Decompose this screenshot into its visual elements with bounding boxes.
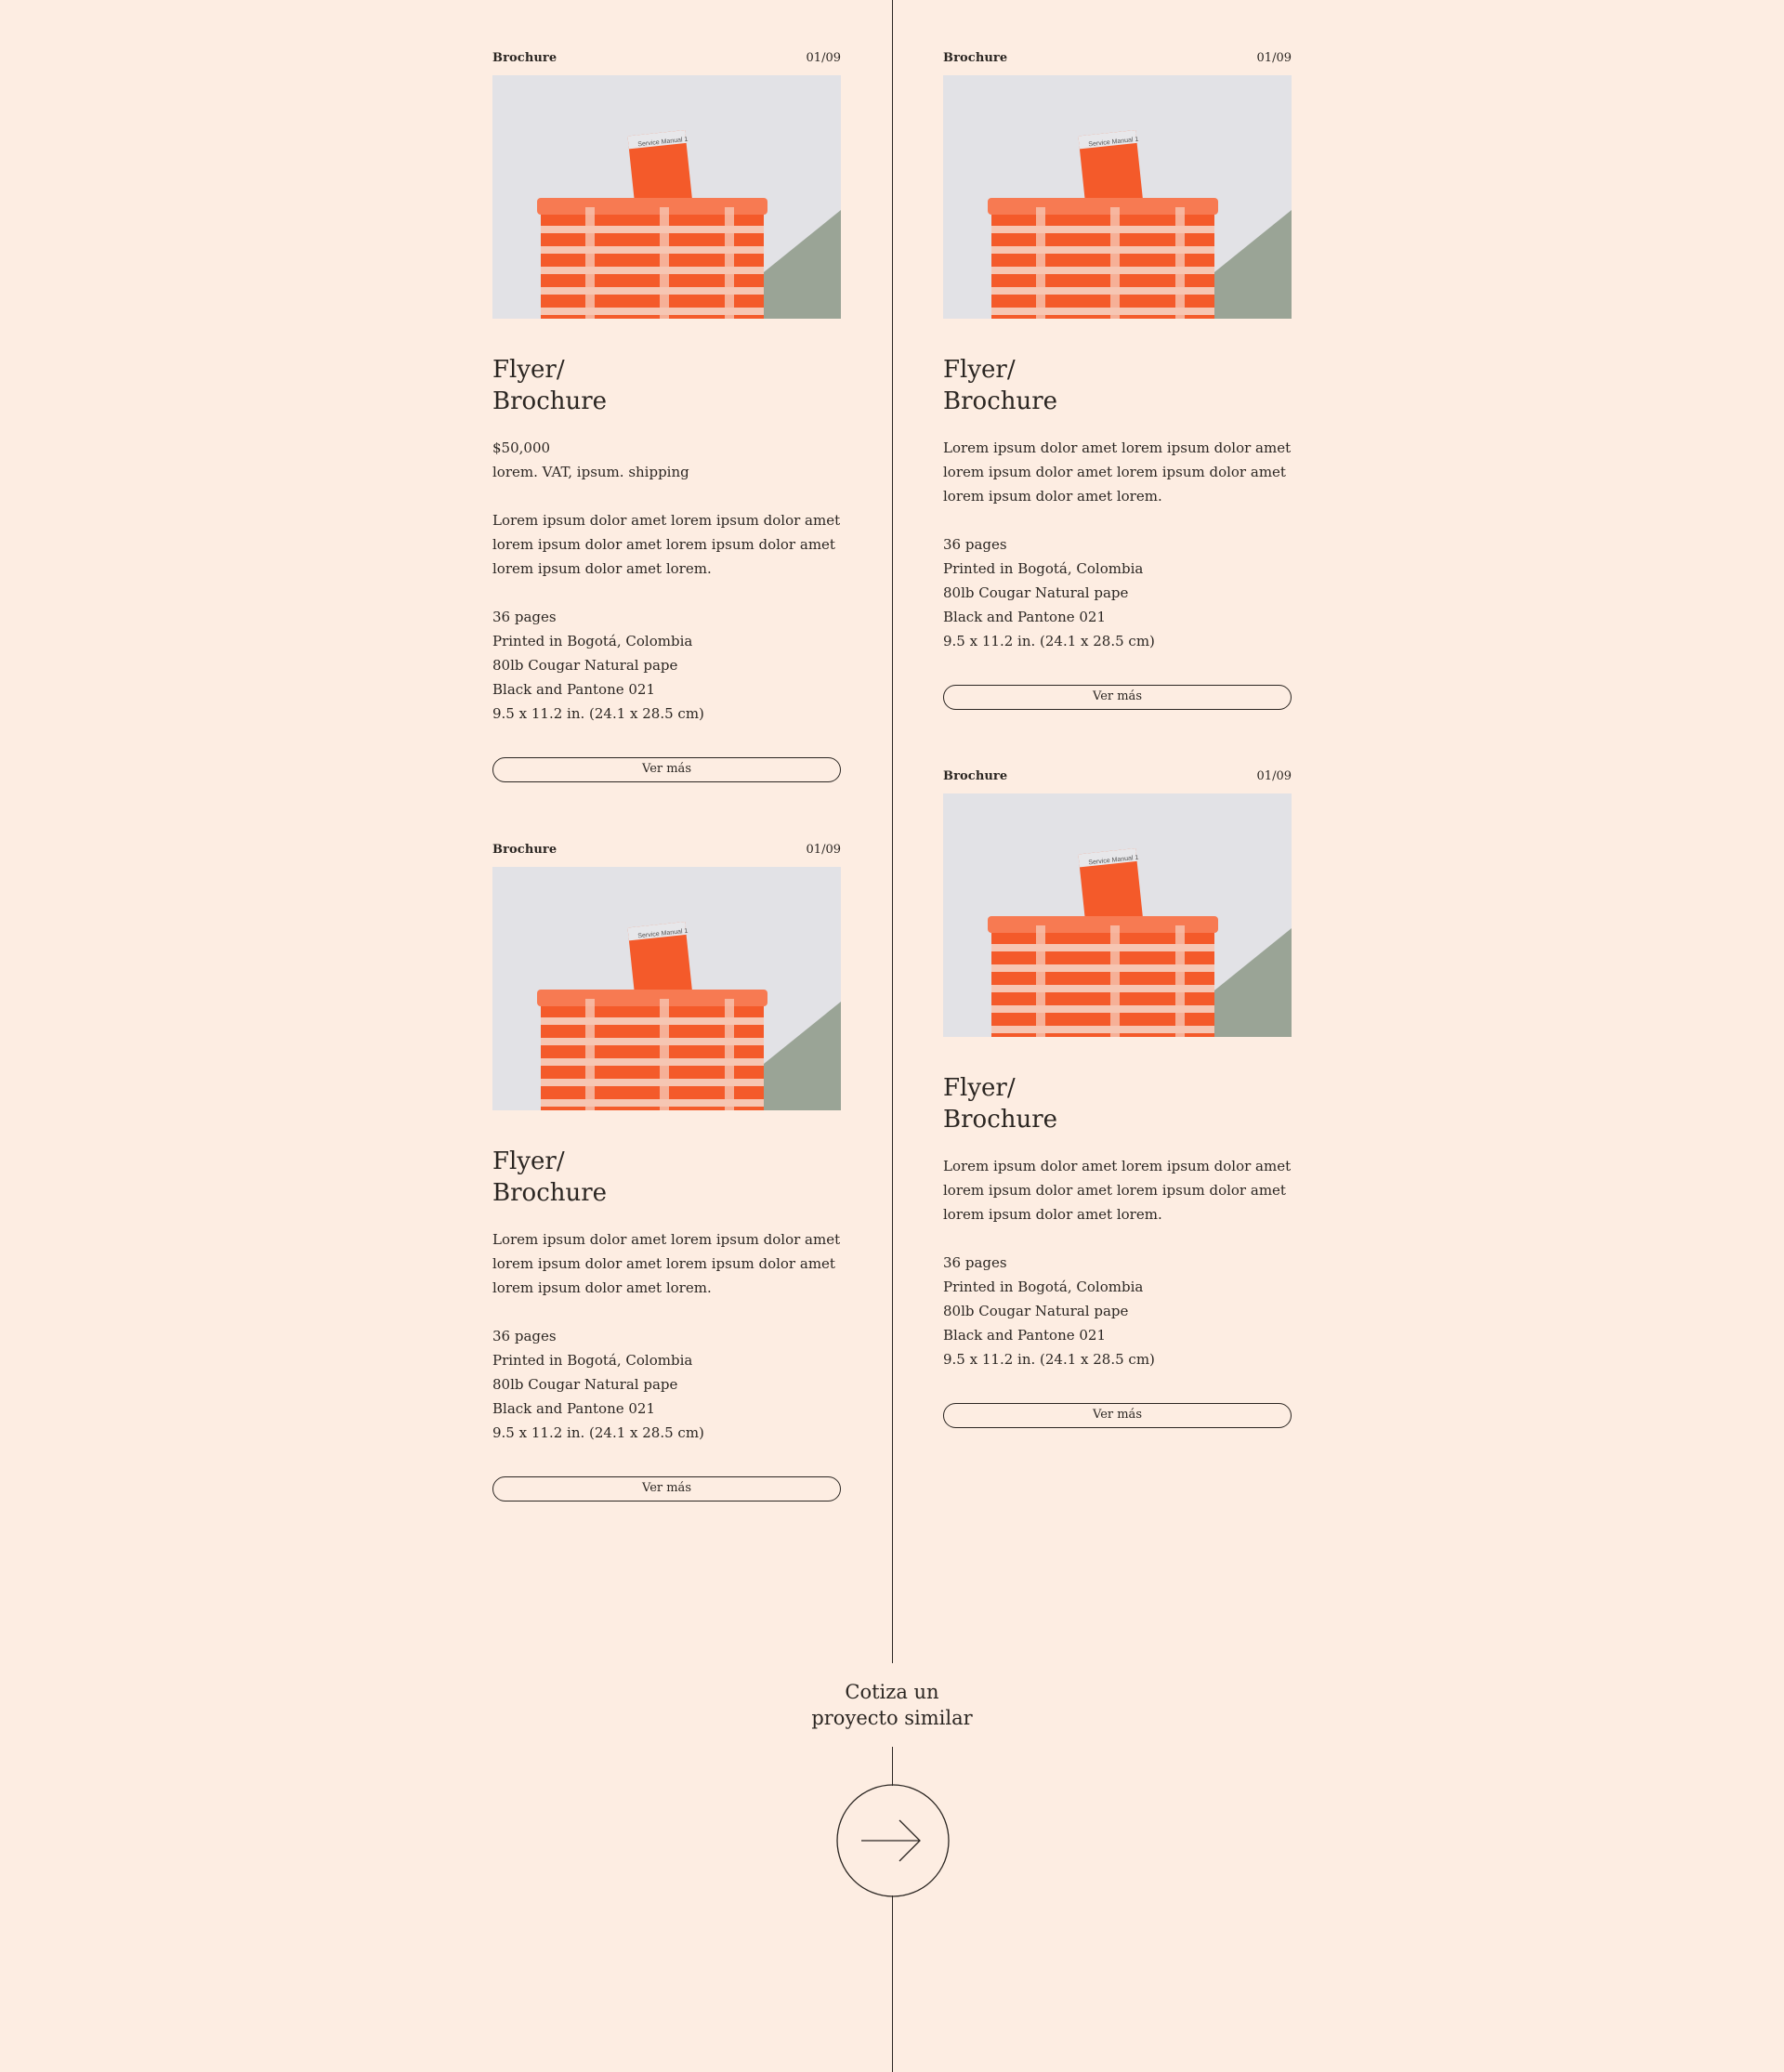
description: Lorem ipsum dolor amet lorem ipsum dolor… [943, 436, 1292, 508]
spec-item: Black and Pantone 021 [943, 1327, 1107, 1344]
card-title-line1: Flyer/ [492, 1147, 565, 1175]
spec-item: 80lb Cougar Natural pape [492, 1376, 678, 1393]
card-title-line2: Brochure [943, 1106, 1058, 1134]
spec-item: Black and Pantone 021 [492, 681, 656, 698]
spec-item: 9.5 x 11.2 in. (24.1 x 28.5 cm) [943, 633, 1155, 649]
card-title-line1: Flyer/ [943, 1074, 1016, 1102]
description-line: lorem ipsum dolor amet lorem ipsum dolor… [492, 1255, 835, 1272]
spec-item: 80lb Cougar Natural pape [943, 1303, 1129, 1319]
card-title: Flyer/ Brochure [492, 354, 841, 417]
description-line: Lorem ipsum dolor amet lorem ipsum dolor… [492, 512, 841, 529]
product-card: Brochure 01/09 Service Manual 1 Flyer/ B… [492, 51, 841, 782]
price-block: $50,000 lorem. VAT, ipsum. shipping [492, 436, 841, 484]
product-photo[interactable]: Service Manual 1 [943, 793, 1292, 1037]
card-header: Brochure 01/09 [492, 843, 841, 861]
price: $50,000 [492, 439, 551, 456]
card-title-line2: Brochure [492, 1179, 608, 1207]
card-title: Flyer/ Brochure [943, 354, 1292, 417]
card-title-line2: Brochure [492, 387, 608, 415]
description: Lorem ipsum dolor amet lorem ipsum dolor… [492, 508, 841, 581]
specs-list: 36 pages Printed in Bogotá, Colombia 80l… [943, 1251, 1292, 1371]
description-line: lorem ipsum dolor amet lorem ipsum dolor… [943, 1182, 1286, 1199]
description-line: lorem ipsum dolor amet lorem. [943, 488, 1162, 505]
description-line: Lorem ipsum dolor amet lorem ipsum dolor… [943, 439, 1292, 456]
spec-item: 80lb Cougar Natural pape [492, 657, 678, 674]
price-note: lorem. VAT, ipsum. shipping [492, 464, 689, 480]
center-divider-top [892, 0, 893, 1663]
cta-line2: proyecto similar [811, 1707, 973, 1729]
card-category: Brochure [943, 769, 1008, 783]
quote-cta[interactable]: Cotiza un proyecto similar [706, 1679, 1078, 1731]
product-photo[interactable]: Service Manual 1 [943, 75, 1292, 319]
spec-item: Printed in Bogotá, Colombia [492, 633, 693, 649]
product-card: Brochure 01/09 Service Manual 1 Flyer/ B… [492, 843, 841, 1502]
card-category: Brochure [943, 51, 1008, 65]
description-line: Lorem ipsum dolor amet lorem ipsum dolor… [943, 1158, 1292, 1174]
product-photo[interactable]: Service Manual 1 [492, 867, 841, 1110]
spec-item: Black and Pantone 021 [492, 1400, 656, 1417]
product-card: Brochure 01/09 Service Manual 1 Flyer/ B… [943, 769, 1292, 1428]
card-category: Brochure [492, 843, 558, 857]
specs-list: 36 pages Printed in Bogotá, Colombia 80l… [943, 532, 1292, 653]
spec-item: Black and Pantone 021 [943, 609, 1107, 625]
spec-item: Printed in Bogotá, Colombia [943, 1279, 1144, 1295]
card-header: Brochure 01/09 [943, 51, 1292, 70]
spec-item: 9.5 x 11.2 in. (24.1 x 28.5 cm) [492, 1424, 704, 1441]
card-title-line1: Flyer/ [492, 356, 565, 384]
ver-mas-button[interactable]: Ver más [943, 1403, 1292, 1428]
description-line: lorem ipsum dolor amet lorem. [492, 560, 712, 577]
description-line: Lorem ipsum dolor amet lorem ipsum dolor… [492, 1231, 841, 1248]
card-title-line2: Brochure [943, 387, 1058, 415]
description-line: lorem ipsum dolor amet lorem ipsum dolor… [492, 536, 835, 553]
card-header: Brochure 01/09 [492, 51, 841, 70]
center-divider-bottom [892, 1895, 893, 2072]
description: Lorem ipsum dolor amet lorem ipsum dolor… [943, 1154, 1292, 1226]
card-title: Flyer/ Brochure [492, 1146, 841, 1209]
spec-item: 36 pages [943, 536, 1007, 553]
spec-item: Printed in Bogotá, Colombia [492, 1352, 693, 1369]
spec-item: 9.5 x 11.2 in. (24.1 x 28.5 cm) [492, 705, 704, 722]
spec-item: 80lb Cougar Natural pape [943, 584, 1129, 601]
card-counter: 01/09 [1256, 769, 1292, 783]
card-counter: 01/09 [806, 51, 841, 65]
center-divider-middle [892, 1747, 893, 1786]
spec-item: 36 pages [492, 1328, 557, 1344]
specs-list: 36 pages Printed in Bogotá, Colombia 80l… [492, 1324, 841, 1445]
description-line: lorem ipsum dolor amet lorem. [492, 1279, 712, 1296]
description-line: lorem ipsum dolor amet lorem ipsum dolor… [943, 464, 1286, 480]
arrow-right-icon[interactable] [836, 1784, 950, 1897]
product-photo[interactable]: Service Manual 1 [492, 75, 841, 319]
card-counter: 01/09 [1256, 51, 1292, 65]
spec-item: 36 pages [492, 609, 557, 625]
specs-list: 36 pages Printed in Bogotá, Colombia 80l… [492, 605, 841, 726]
card-title-line1: Flyer/ [943, 356, 1016, 384]
description-line: lorem ipsum dolor amet lorem. [943, 1206, 1162, 1223]
ver-mas-button[interactable]: Ver más [492, 757, 841, 782]
product-card: Brochure 01/09 Service Manual 1 Flyer/ B… [943, 51, 1292, 710]
spec-item: 36 pages [943, 1254, 1007, 1271]
card-title: Flyer/ Brochure [943, 1072, 1292, 1135]
ver-mas-button[interactable]: Ver más [943, 685, 1292, 710]
card-counter: 01/09 [806, 843, 841, 857]
spec-item: Printed in Bogotá, Colombia [943, 560, 1144, 577]
description: Lorem ipsum dolor amet lorem ipsum dolor… [492, 1227, 841, 1300]
spec-item: 9.5 x 11.2 in. (24.1 x 28.5 cm) [943, 1351, 1155, 1368]
card-category: Brochure [492, 51, 558, 65]
cta-line1: Cotiza un [845, 1681, 939, 1703]
card-header: Brochure 01/09 [943, 769, 1292, 788]
ver-mas-button[interactable]: Ver más [492, 1476, 841, 1502]
